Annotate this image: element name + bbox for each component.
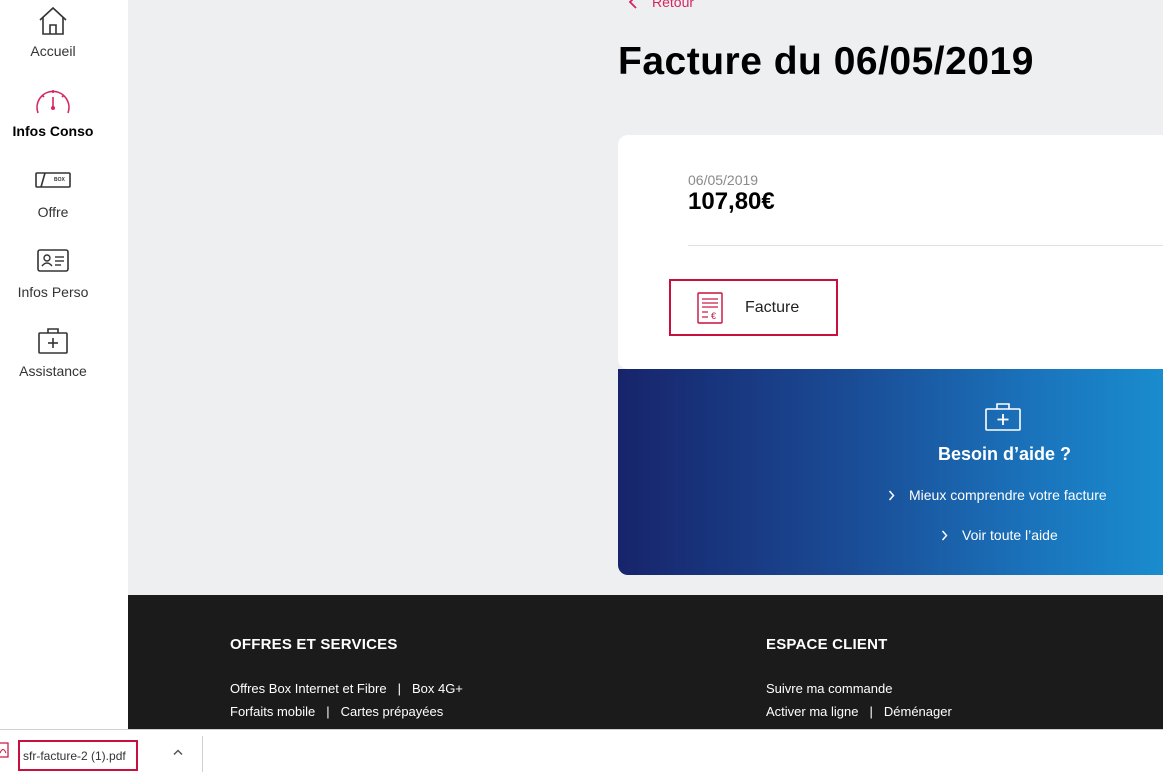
footer-espace-client: ESPACE CLIENT Suivre ma commande Activer… (766, 636, 952, 723)
sidebar-item-label: Infos Perso (17, 284, 89, 300)
medical-kit-icon (985, 403, 1021, 431)
help-link-label: Voir toute l’aide (962, 527, 1058, 543)
main-content: Retour Facture du 06/05/2019 06/05/2019 … (128, 0, 1163, 595)
invoice-card: 06/05/2019 107,80€ € Facture (618, 135, 1163, 369)
svg-text:BOX: BOX (54, 177, 66, 183)
download-filename: sfr-facture-2 (1).pdf (23, 748, 126, 763)
id-card-icon (37, 249, 69, 272)
chevron-right-icon (888, 490, 895, 500)
chevron-left-icon (628, 0, 637, 9)
download-bar: sfr-facture-2 (1).pdf (0, 729, 1163, 772)
footer-link[interactable]: Suivre ma commande (766, 681, 892, 696)
sidebar-item-label: Assistance (19, 363, 87, 379)
sidebar-item-label: Infos Conso (12, 123, 94, 139)
footer-link[interactable]: Activer ma ligne (766, 704, 858, 719)
help-link-understand-invoice[interactable]: Mieux comprendre votre facture (888, 487, 1107, 503)
chevron-right-icon (941, 530, 948, 540)
footer-row: Suivre ma commande (766, 677, 952, 700)
footer-link[interactable]: Offres Box Internet et Fibre (230, 681, 387, 696)
footer-link[interactable]: Déménager (884, 704, 952, 719)
footer-heading: ESPACE CLIENT (766, 636, 888, 653)
footer-row: Forfaits mobile | Cartes prépayées (230, 700, 463, 723)
footer-heading: OFFRES ET SERVICES (230, 636, 398, 653)
invoice-date: 06/05/2019 (688, 172, 759, 188)
pdf-file-icon (0, 742, 9, 758)
help-banner: Besoin d’aide ? Mieux comprendre votre f… (618, 369, 1163, 575)
back-link-label: Retour (652, 0, 695, 10)
download-invoice-button[interactable]: € Facture (669, 279, 838, 336)
medical-kit-icon (38, 328, 68, 354)
divider (202, 736, 203, 772)
help-link-label: Mieux comprendre votre facture (909, 487, 1107, 503)
svg-text:€: € (711, 311, 716, 321)
footer-separator: | (397, 681, 401, 696)
footer-separator: | (869, 704, 873, 719)
sidebar-item-label: Accueil (30, 43, 76, 59)
footer-row: Activer ma ligne | Déménager (766, 700, 952, 723)
sidebar-item-assistance[interactable]: Assistance (0, 327, 106, 379)
footer: OFFRES ET SERVICES Offres Box Internet e… (128, 595, 1163, 729)
footer-separator: | (326, 704, 330, 719)
help-link-all-help[interactable]: Voir toute l’aide (941, 527, 1058, 543)
footer-row: Offres Box Internet et Fibre | Box 4G+ (230, 677, 463, 700)
gauge-icon (36, 90, 70, 114)
back-link[interactable]: Retour (628, 0, 694, 10)
help-title: Besoin d’aide ? (938, 444, 1072, 464)
sidebar: Accueil Infos Conso BOX Offre Infos Pers… (0, 0, 128, 729)
sidebar-item-label: Offre (37, 204, 69, 220)
sidebar-item-accueil[interactable]: Accueil (0, 5, 106, 59)
home-icon (39, 6, 67, 35)
sidebar-item-offre[interactable]: BOX Offre (0, 170, 106, 220)
divider (688, 245, 1163, 246)
download-item[interactable]: sfr-facture-2 (1).pdf (18, 740, 138, 771)
invoice-amount: 107,80€ (688, 188, 775, 215)
footer-link[interactable]: Box 4G+ (412, 681, 463, 696)
footer-link[interactable]: Forfaits mobile (230, 704, 315, 719)
invoice-document-icon: € (697, 291, 723, 324)
footer-offres-services: OFFRES ET SERVICES Offres Box Internet e… (230, 636, 463, 723)
footer-link[interactable]: Cartes prépayées (341, 704, 444, 719)
download-invoice-label: Facture (745, 298, 800, 316)
sidebar-item-infos-perso[interactable]: Infos Perso (0, 248, 106, 300)
box-icon: BOX (35, 172, 71, 188)
page-title: Facture du 06/05/2019 (618, 40, 1034, 83)
chevron-up-icon[interactable] (172, 748, 184, 756)
sidebar-item-infos-conso[interactable]: Infos Conso (0, 85, 106, 139)
